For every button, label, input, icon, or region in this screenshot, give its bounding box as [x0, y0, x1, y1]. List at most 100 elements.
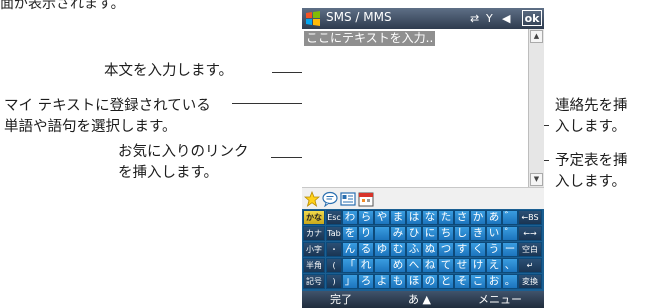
keyboard-key[interactable]: と: [438, 274, 454, 289]
keyboard-key[interactable]: る: [358, 242, 374, 257]
keyboard-key[interactable]: た: [438, 210, 454, 225]
keyboard-key[interactable]: す: [454, 242, 470, 257]
callout-my-text-line2: 単語や語句を選択します。: [4, 119, 177, 135]
keyboard-key[interactable]: お: [486, 274, 502, 289]
softkey-menu[interactable]: メニュー: [478, 292, 522, 307]
keyboard-key[interactable]: は: [406, 210, 422, 225]
key-symbol[interactable]: 記号: [303, 274, 325, 289]
keyboard-key[interactable]: ち: [438, 226, 454, 241]
key-katakana[interactable]: カナ: [303, 226, 325, 241]
keyboard-key[interactable]: [374, 226, 390, 241]
keyboard-key[interactable]: ふ: [406, 242, 422, 257]
keyboard-key[interactable]: そ: [454, 274, 470, 289]
keyboard-key[interactable]: や: [374, 210, 390, 225]
signal-icon[interactable]: Y: [486, 11, 493, 26]
callout-favorites-line2: を挿入します。: [118, 165, 219, 181]
connectivity-icon[interactable]: ⇄: [470, 11, 479, 26]
keyboard-key[interactable]: か: [470, 210, 486, 225]
keyboard-key[interactable]: え: [486, 258, 502, 273]
keyboard-key[interactable]: き: [470, 226, 486, 241]
keyboard-key[interactable]: て: [438, 258, 454, 273]
callout-favorites-line1: お気に入りのリンク: [118, 144, 249, 160]
input-mode-button[interactable]: あ ▲: [408, 292, 431, 307]
keyboard-key[interactable]: よ: [374, 274, 390, 289]
callout-calendar-line2: 入します。: [555, 174, 627, 190]
keyboard-key[interactable]: わ: [342, 210, 358, 225]
callout-contact-line1: 連絡先を挿: [555, 98, 628, 114]
keyboard-key[interactable]: あ: [486, 210, 502, 225]
keyboard-key[interactable]: ぬ: [422, 242, 438, 257]
keyboard-key[interactable]: ←→: [518, 226, 542, 241]
keyboard-key[interactable]: れ: [358, 258, 374, 273]
keyboard-key[interactable]: へ: [406, 258, 422, 273]
keyboard-key[interactable]: 変換: [518, 274, 542, 289]
device-screen: SMS / MMS ⇄ Y ◀ ok ここにテキストを入力.. ▲ ▼ かな カ…: [302, 8, 544, 308]
callout-contact: 連絡先を挿 入します。: [555, 96, 628, 138]
keyboard-key[interactable]: ・: [326, 242, 342, 257]
keyboard-key[interactable]: ね: [422, 258, 438, 273]
keyboard-key[interactable]: な: [422, 210, 438, 225]
keyboard-key[interactable]: ↵: [518, 258, 542, 273]
keyboard-key[interactable]: ま: [390, 210, 406, 225]
windows-start-icon[interactable]: [305, 11, 321, 27]
ok-button[interactable]: ok: [522, 10, 542, 26]
message-body-area[interactable]: ここにテキストを入力..: [302, 29, 528, 187]
soft-key-menu-bar: 完了 あ ▲ メニュー: [302, 291, 544, 308]
keyboard-key[interactable]: (: [326, 258, 342, 273]
keyboard-key[interactable]: ら: [358, 210, 374, 225]
scroll-down-arrow-icon[interactable]: ▼: [530, 173, 543, 186]
message-input[interactable]: ここにテキストを入力..: [304, 31, 436, 46]
keyboard-key[interactable]: 空白: [518, 242, 542, 257]
keyboard-key[interactable]: む: [390, 242, 406, 257]
keyboard-key[interactable]: 」: [342, 274, 358, 289]
message-scrollbar[interactable]: ▲ ▼: [528, 29, 544, 187]
keyboard-key[interactable]: ん: [342, 242, 358, 257]
keyboard-key[interactable]: を: [342, 226, 358, 241]
keyboard-key[interactable]: ひ: [406, 226, 422, 241]
softkey-done[interactable]: 完了: [330, 292, 352, 307]
keyboard-key[interactable]: さ: [454, 210, 470, 225]
keyboard-key[interactable]: Tab: [326, 226, 342, 241]
keyboard-key[interactable]: ー: [502, 242, 518, 257]
keyboard-key[interactable]: い: [486, 226, 502, 241]
calendar-icon[interactable]: [358, 191, 374, 207]
keyboard-key[interactable]: 、: [502, 258, 518, 273]
key-half-width[interactable]: 半角: [303, 258, 325, 273]
keyboard-key[interactable]: ゜: [502, 226, 518, 241]
keyboard-key[interactable]: め: [390, 258, 406, 273]
keyboard-key[interactable]: つ: [438, 242, 454, 257]
keyboard-key[interactable]: し: [454, 226, 470, 241]
keyboard-key[interactable]: み: [390, 226, 406, 241]
keyboard-key[interactable]: の: [422, 274, 438, 289]
keyboard-key[interactable]: く: [470, 242, 486, 257]
keyboard-key[interactable]: ろ: [358, 274, 374, 289]
scroll-up-arrow-icon[interactable]: ▲: [530, 30, 543, 43]
callout-calendar-line1: 予定表を挿: [555, 153, 628, 169]
keyboard-key[interactable]: う: [486, 242, 502, 257]
keyboard-key[interactable]: け: [470, 258, 486, 273]
keyboard-key[interactable]: 。: [502, 274, 518, 289]
speaker-icon[interactable]: ◀: [502, 11, 510, 26]
top-caption: 面が表示されます。: [0, 0, 125, 12]
keyboard-key[interactable]: せ: [454, 258, 470, 273]
keyboard-key[interactable]: Esc: [326, 210, 342, 225]
keyboard-key[interactable]: ゆ: [374, 242, 390, 257]
key-kana[interactable]: かな: [303, 210, 325, 225]
insert-toolbar: [302, 187, 544, 209]
key-small-char[interactable]: 小字: [303, 242, 325, 257]
keyboard-key[interactable]: こ: [470, 274, 486, 289]
keyboard-key[interactable]: [374, 258, 390, 273]
contact-card-icon[interactable]: [340, 191, 356, 207]
my-text-icon[interactable]: [322, 191, 338, 207]
callout-body-input: 本文を入力します。: [104, 63, 234, 79]
keyboard-key[interactable]: に: [422, 226, 438, 241]
keyboard-key[interactable]: ゛: [502, 210, 518, 225]
keyboard-key[interactable]: ←BS: [518, 210, 542, 225]
keyboard-key[interactable]: も: [390, 274, 406, 289]
keyboard-key[interactable]: ほ: [406, 274, 422, 289]
callout-calendar: 予定表を挿 入します。: [555, 151, 628, 193]
favorites-star-icon[interactable]: [304, 191, 320, 207]
keyboard-key[interactable]: ): [326, 274, 342, 289]
keyboard-key[interactable]: り: [358, 226, 374, 241]
keyboard-key[interactable]: 「: [342, 258, 358, 273]
